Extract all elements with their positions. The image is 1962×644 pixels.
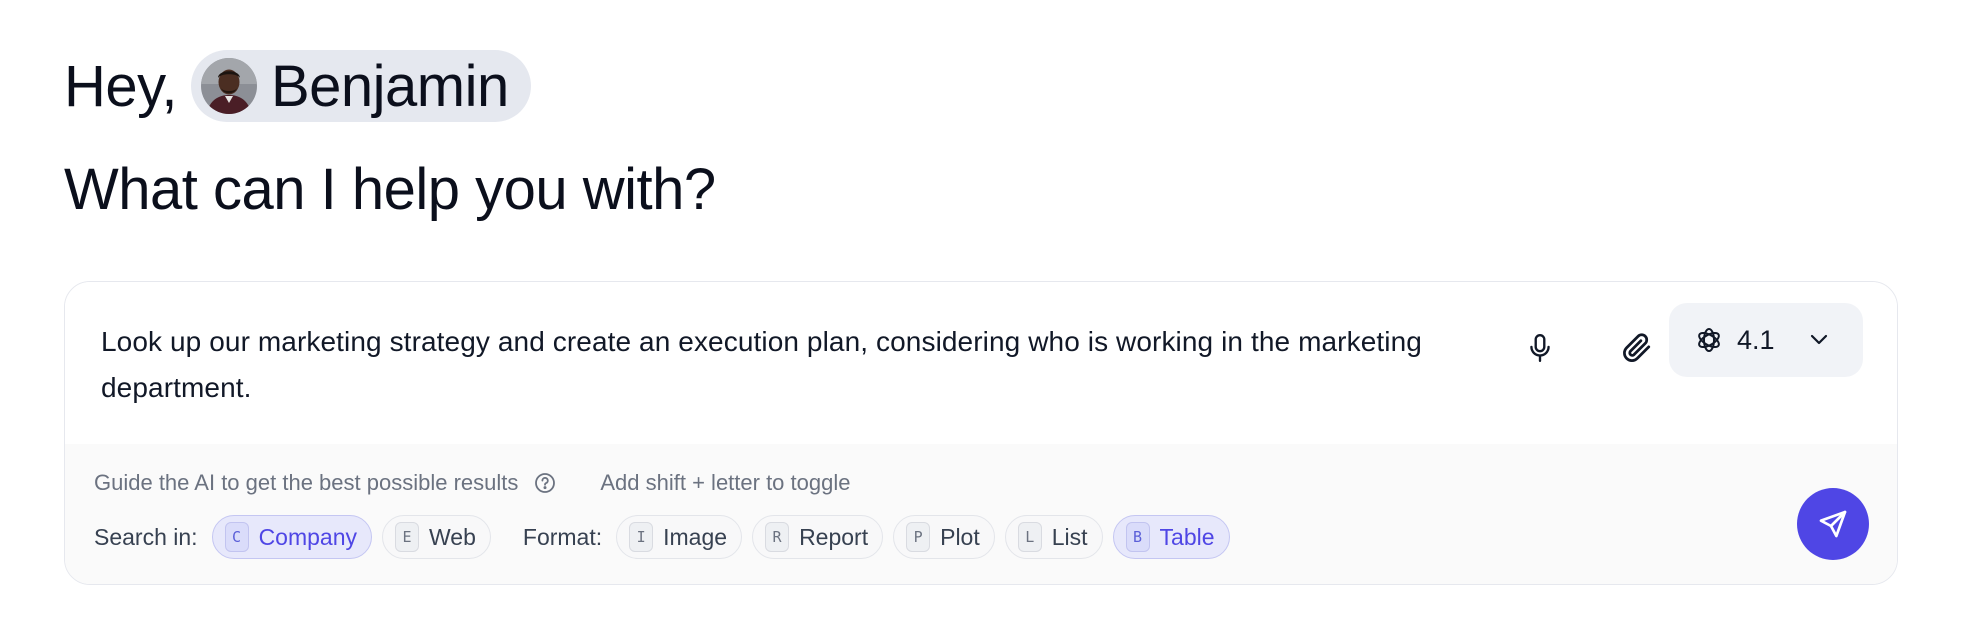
shortcut-key: I (629, 522, 654, 552)
page: Hey, Benjamin What can I help you with? … (0, 0, 1962, 644)
option-label: Image (663, 523, 728, 550)
shortcut-key: L (1017, 522, 1042, 552)
page-title: What can I help you with? (64, 157, 716, 222)
shortcut-key: C (224, 522, 249, 552)
user-chip[interactable]: Benjamin (190, 50, 531, 122)
option-label: List (1051, 523, 1088, 550)
send-icon (1819, 510, 1847, 538)
composer-options: Guide the AI to get the best possible re… (65, 444, 1897, 584)
format-option-report[interactable]: R Report (752, 515, 884, 559)
attach-button[interactable] (1605, 316, 1669, 380)
openai-logo-icon (1698, 328, 1720, 352)
guide-text: Guide the AI to get the best possible re… (94, 470, 519, 495)
format-option-list[interactable]: L List (1004, 515, 1103, 559)
user-name: Benjamin (270, 53, 509, 119)
avatar (200, 58, 257, 114)
microphone-icon (1530, 333, 1550, 363)
send-button[interactable] (1797, 488, 1869, 560)
search-option-company[interactable]: C Company (211, 515, 372, 559)
option-label: Report (799, 523, 869, 550)
greeting: Hey, Benjamin (64, 50, 1898, 122)
shortcut-key: B (1125, 522, 1150, 552)
model-selector[interactable]: 4.1 (1669, 303, 1863, 377)
options-row: Search in: C Company E Web Format: I Ima… (94, 514, 1240, 560)
option-label: Plot (940, 523, 980, 550)
prompt-composer: Look up our marketing strategy and creat… (64, 281, 1898, 585)
format-label: Format: (522, 523, 603, 550)
model-name: 4.1 (1737, 324, 1775, 355)
toggle-hint: Add shift + letter to toggle (600, 470, 851, 495)
format-option-image[interactable]: I Image (616, 515, 743, 559)
shortcut-key: E (395, 522, 419, 552)
microphone-button[interactable] (1508, 316, 1572, 380)
format-option-table[interactable]: B Table (1112, 515, 1230, 559)
guide-row: Guide the AI to get the best possible re… (94, 470, 850, 496)
paperclip-icon (1623, 333, 1651, 362)
chevron-down-icon (1809, 334, 1829, 346)
composer-input-area: Look up our marketing strategy and creat… (65, 282, 1897, 444)
search-option-web[interactable]: E Web (382, 515, 491, 559)
search-in-label: Search in: (94, 523, 198, 550)
question-circle-icon[interactable] (534, 472, 556, 494)
greeting-hey: Hey, (64, 53, 177, 119)
format-option-plot[interactable]: P Plot (893, 515, 995, 559)
option-label: Table (1159, 523, 1215, 550)
option-label: Web (429, 523, 476, 550)
shortcut-key: P (906, 522, 931, 552)
option-label: Company (258, 523, 357, 550)
prompt-input[interactable]: Look up our marketing strategy and creat… (101, 319, 1501, 411)
shortcut-key: R (765, 522, 790, 552)
